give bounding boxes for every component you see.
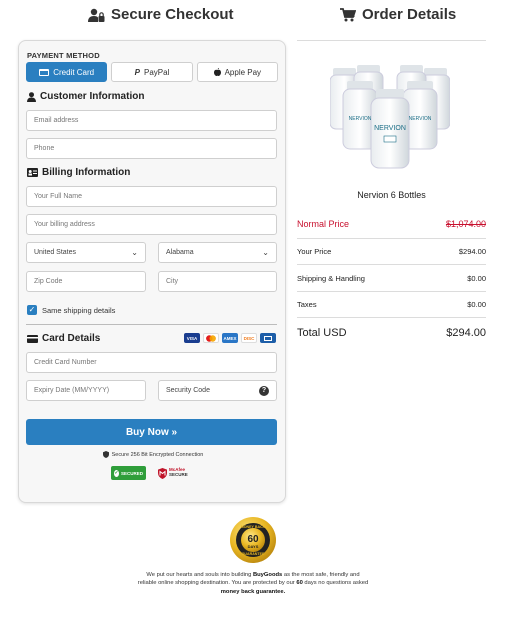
normal-price-row: Normal Price $1,074.00: [297, 219, 486, 229]
shipping-value: $0.00: [467, 274, 486, 283]
section-divider: [26, 324, 277, 325]
billing-address-field[interactable]: Your billing address: [26, 214, 277, 235]
shipping-row: Shipping & Handling $0.00: [297, 274, 486, 283]
full-name-field[interactable]: Your Full Name: [26, 186, 277, 207]
country-select-value: United States: [34, 249, 77, 256]
mcafee-sub-label: SECURE: [169, 472, 188, 477]
state-select[interactable]: Alabama ⌄: [158, 242, 277, 263]
normal-price-value: $1,074.00: [445, 219, 486, 229]
taxes-label: Taxes: [297, 300, 317, 309]
tab-credit-card[interactable]: Credit Card: [26, 62, 108, 82]
chevron-down-icon: ⌄: [262, 248, 269, 257]
total-value: $294.00: [446, 327, 486, 339]
secure-connection-text: Secure 256 Bit Encrypted Connection: [111, 451, 204, 458]
tab-apple-pay[interactable]: Apple Pay: [196, 62, 278, 82]
expiry-date-field[interactable]: Expiry Date (MM/YYYY): [26, 380, 146, 401]
trust-badges: ✓ SECURED McAfee SECURE: [111, 466, 188, 480]
mcafee-shield-icon: [158, 467, 167, 479]
card-details-heading: Card Details: [27, 333, 100, 344]
tab-apple-pay-label: Apple Pay: [224, 67, 262, 77]
credit-card-icon: [27, 334, 38, 343]
product-label-text: NERVION: [349, 116, 372, 122]
secure-checkout-heading: Secure Checkout: [88, 6, 234, 23]
order-details-title: Order Details: [362, 6, 457, 23]
same-shipping-label: Same shipping details: [42, 305, 116, 315]
zip-code-field[interactable]: Zip Code: [26, 271, 146, 292]
product-name: Nervion 6 Bottles: [357, 190, 426, 200]
mcafee-badge: McAfee SECURE: [158, 466, 188, 480]
checkout-form-panel: PAYMENT METHOD Credit Card P PayPal Appl…: [18, 40, 286, 503]
order-row-divider: [297, 317, 486, 318]
chevron-down-icon: ⌄: [131, 248, 138, 257]
product-label-text: NERVION: [374, 125, 406, 132]
normal-price-label: Normal Price: [297, 219, 350, 229]
footer-text-part: days no questions asked: [302, 580, 369, 587]
your-price-row: Your Price $294.00: [297, 247, 486, 256]
your-price-value: $294.00: [458, 247, 486, 256]
taxes-value: $0.00: [467, 300, 486, 309]
card-number-field[interactable]: Credit Card Number: [26, 352, 277, 373]
help-icon[interactable]: ?: [259, 385, 269, 396]
credit-card-icon: [39, 68, 50, 76]
user-icon: [27, 91, 36, 102]
order-row-divider: [297, 264, 486, 265]
total-row: Total USD $294.00: [297, 327, 486, 339]
footer-brand: BuyGoods: [252, 572, 283, 578]
footer-guarantee: money back guarantee.: [220, 588, 286, 595]
amex-icon: AMEX: [222, 333, 238, 343]
secure-checkout-title: Secure Checkout: [111, 6, 234, 23]
tab-paypal-label: PayPal: [143, 67, 170, 77]
mastercard-icon: [203, 333, 219, 343]
money-back-guarantee-seal: 60 DAYS MONEY BACK GUARANTEE: [230, 517, 276, 563]
phone-field[interactable]: Phone: [26, 138, 277, 159]
checkmark-icon: ✓: [114, 469, 119, 477]
buy-now-button[interactable]: Buy Now »: [26, 419, 277, 445]
order-details-heading: Order Details: [340, 6, 456, 23]
state-select-value: Alabama: [166, 249, 194, 256]
shield-icon: [102, 451, 109, 458]
user-lock-icon: [88, 8, 105, 22]
visa-icon: VISA: [184, 333, 200, 343]
seal-top-text: MONEY BACK: [241, 525, 266, 529]
security-code-placeholder: Security Code: [166, 387, 210, 394]
seal-days: DAYS: [248, 544, 259, 549]
security-code-field[interactable]: Security Code ?: [158, 380, 277, 401]
id-card-icon: [27, 168, 38, 177]
total-label: Total USD: [297, 327, 347, 339]
seal-bottom-text: GUARANTEE: [242, 552, 265, 556]
secure-connection-note: Secure 256 Bit Encrypted Connection: [19, 451, 287, 458]
order-row-divider: [297, 291, 486, 292]
customer-info-title: Customer Information: [40, 91, 145, 102]
city-field[interactable]: City: [158, 271, 277, 292]
order-row-divider: [297, 238, 486, 239]
same-shipping-checkbox[interactable]: ✓: [27, 305, 37, 315]
billing-info-heading: Billing Information: [27, 167, 130, 178]
card-details-title: Card Details: [42, 333, 101, 344]
billing-info-title: Billing Information: [42, 167, 131, 178]
product-label-text: NERVION: [409, 116, 432, 122]
country-select[interactable]: United States ⌄: [26, 242, 146, 263]
same-shipping-checkbox-row[interactable]: ✓ Same shipping details: [27, 305, 115, 315]
your-price-label: Your Price: [297, 247, 332, 256]
generic-card-icon: [260, 333, 276, 343]
payment-method-tabs: Credit Card P PayPal Apple Pay: [26, 62, 278, 82]
customer-info-heading: Customer Information: [27, 91, 144, 102]
email-field[interactable]: Email address: [26, 110, 277, 131]
secured-badge-label: SECURED: [120, 470, 143, 476]
shopping-cart-icon: [340, 7, 356, 21]
paypal-icon: P: [134, 67, 140, 77]
taxes-row: Taxes $0.00: [297, 300, 486, 309]
card-brand-icons: VISA AMEX DISC: [184, 333, 276, 343]
footer-text-part: We put our hearts and souls into buildin…: [146, 572, 253, 578]
footer-guarantee-text: We put our hearts and souls into buildin…: [137, 571, 369, 596]
discover-icon: DISC: [241, 333, 257, 343]
tab-credit-card-label: Credit Card: [53, 67, 95, 77]
apple-icon: [213, 68, 221, 76]
product-image: NERVION NERVION NERVION: [330, 65, 450, 169]
payment-method-label: PAYMENT METHOD: [27, 51, 100, 60]
shipping-label: Shipping & Handling: [297, 274, 365, 283]
order-top-divider: [297, 40, 486, 41]
tab-paypal[interactable]: P PayPal: [111, 62, 193, 82]
secured-badge: ✓ SECURED: [111, 466, 146, 480]
